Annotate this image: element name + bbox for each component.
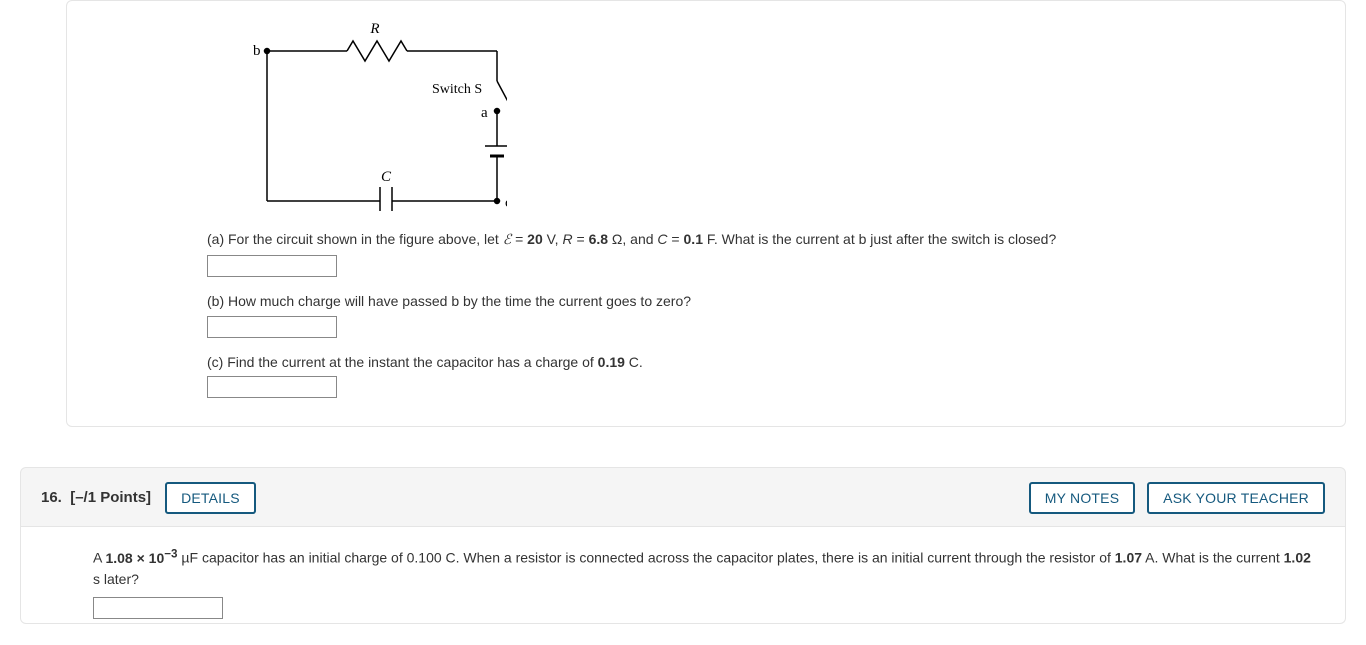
question-16-text: A 1.08 × 10−3 µF capacitor has an initia…: [93, 545, 1317, 591]
my-notes-button[interactable]: MY NOTES: [1029, 482, 1135, 514]
ask-teacher-button[interactable]: ASK YOUR TEACHER: [1147, 482, 1325, 514]
answer-input-16[interactable]: [93, 597, 223, 619]
question-16-header-left: 16. [–/1 Points] DETAILS: [41, 482, 256, 514]
answer-input-b[interactable]: [207, 316, 337, 338]
part-a: (a) For the circuit shown in the figure …: [207, 229, 1317, 277]
current-value: 1.07: [1115, 550, 1142, 566]
part-a-eps: ℰ: [503, 233, 511, 248]
label-c: c: [505, 195, 507, 211]
part-a-cval: 0.1: [684, 231, 703, 247]
time-value: 1.02: [1284, 550, 1311, 566]
part-a-vval: 20: [527, 231, 543, 247]
question-16-header: 16. [–/1 Points] DETAILS MY NOTES ASK YO…: [20, 467, 1346, 527]
part-b-text: (b) How much charge will have passed b b…: [207, 293, 691, 309]
question-16: 16. [–/1 Points] DETAILS MY NOTES ASK YO…: [20, 467, 1346, 624]
label-R: R: [369, 21, 379, 37]
question-16-body: A 1.08 × 10−3 µF capacitor has an initia…: [20, 527, 1346, 624]
question-15: R b Switch S a ℰ c C (a) For the circuit…: [66, 0, 1346, 427]
circuit-diagram: R b Switch S a ℰ c C: [207, 11, 507, 211]
part-b: (b) How much charge will have passed b b…: [207, 291, 1317, 337]
question-16-header-right: MY NOTES ASK YOUR TEACHER: [1029, 482, 1325, 514]
part-a-rval: 6.8: [589, 231, 608, 247]
question-number: 16. [–/1 Points]: [41, 489, 151, 506]
question-15-body: R b Switch S a ℰ c C (a) For the circuit…: [67, 1, 1345, 426]
label-switch: Switch S: [432, 82, 482, 97]
label-C: C: [381, 169, 392, 185]
label-a: a: [481, 105, 488, 121]
part-c-val: 0.19: [598, 354, 625, 370]
cap-value: 1.08 × 10−3: [105, 550, 177, 566]
label-b: b: [253, 43, 261, 59]
part-a-pre: (a) For the circuit shown in the figure …: [207, 231, 503, 247]
details-button[interactable]: DETAILS: [165, 482, 256, 514]
part-c-pre: (c) Find the current at the instant the …: [207, 354, 598, 370]
answer-input-c[interactable]: [207, 376, 337, 398]
answer-input-a[interactable]: [207, 255, 337, 277]
part-c: (c) Find the current at the instant the …: [207, 352, 1317, 398]
